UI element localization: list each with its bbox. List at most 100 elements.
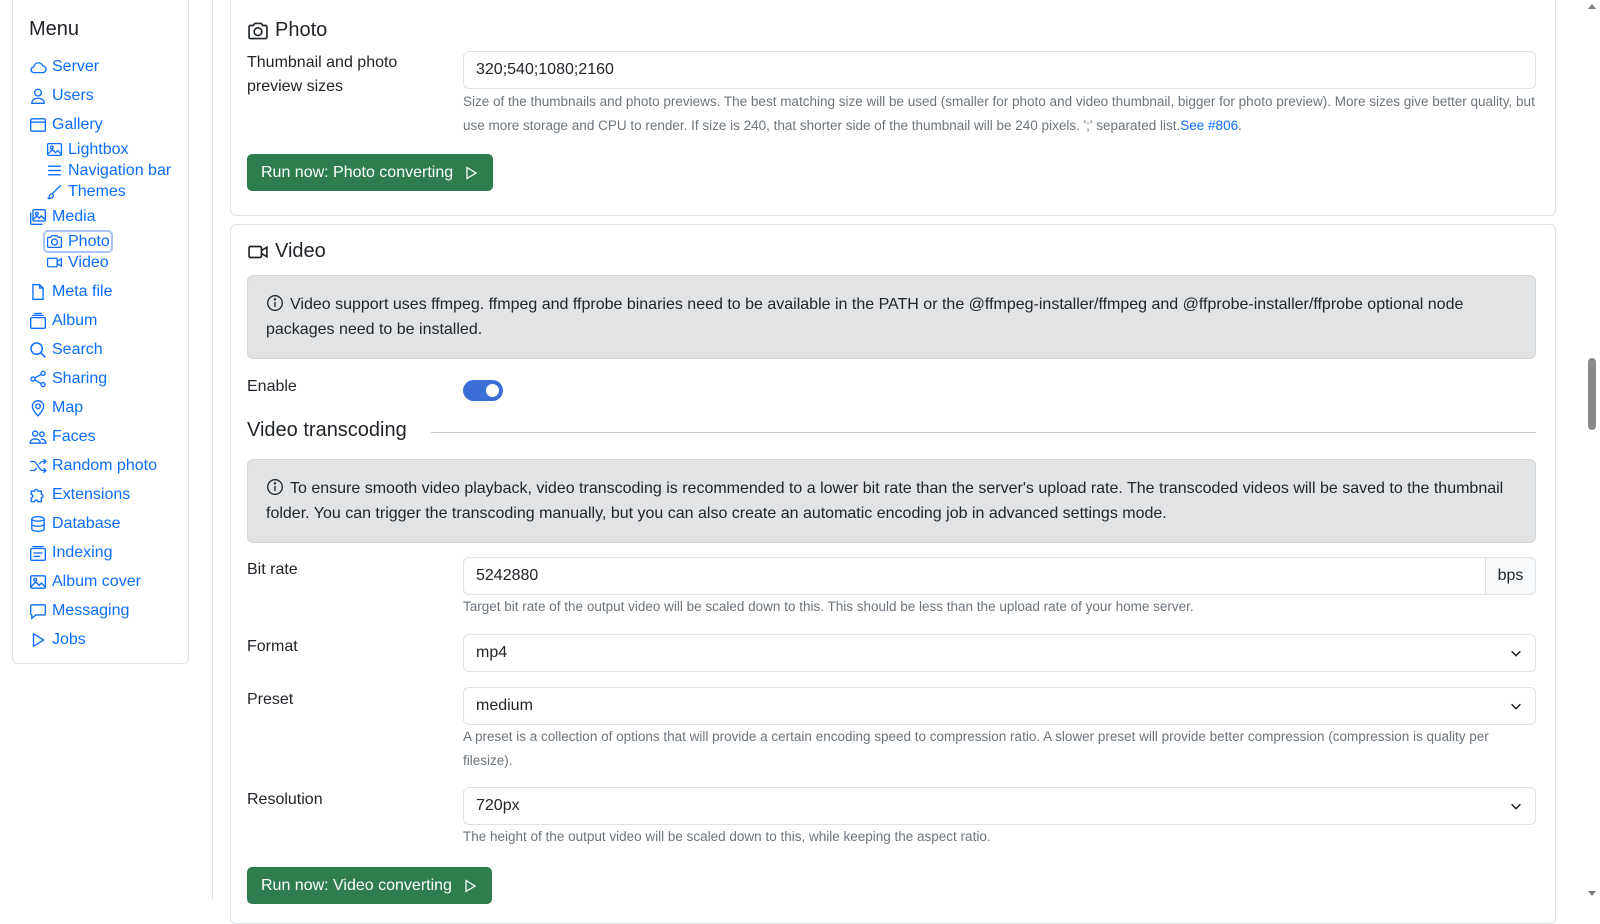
thumbnail-help-end: . <box>1238 118 1242 133</box>
preset-select[interactable]: medium <box>463 687 1536 725</box>
sidebar-item-label: Indexing <box>52 543 113 561</box>
transcoding-info-alert: To ensure smooth video playback, video t… <box>247 459 1536 543</box>
format-label: Format <box>247 638 298 655</box>
thumbnail-sizes-label: Thumbnail and photo preview sizes <box>247 54 398 95</box>
sidebar-item-search[interactable]: Search <box>29 335 188 364</box>
video-settings-card: Video Video support uses ffmpeg. ffmpeg … <box>230 224 1556 924</box>
heading-divider <box>430 432 1536 433</box>
video-transcoding-heading: Video transcoding <box>247 419 1536 442</box>
bitrate-unit: bps <box>1486 557 1536 595</box>
play-icon <box>462 878 478 894</box>
sidebar-item-label: Users <box>52 86 94 104</box>
sidebar-item-label: Map <box>52 398 84 416</box>
sidebar-item-users[interactable]: Users <box>29 81 188 110</box>
file-icon <box>29 283 47 301</box>
sidebar-item-label: Photo <box>68 232 110 250</box>
sidebar-item-label: Themes <box>68 182 126 200</box>
photo-title-text: Photo <box>275 19 328 41</box>
sidebar-item-label: Extensions <box>52 485 131 503</box>
map-pin-icon <box>29 399 47 417</box>
preset-label: Preset <box>247 691 294 708</box>
sidebar-item-media[interactable]: Media <box>29 202 188 231</box>
preset-help: A preset is a collection of options that… <box>463 729 1489 768</box>
run-video-label: Run now: Video converting <box>261 876 452 894</box>
chevron-down-icon <box>1509 699 1523 713</box>
format-select[interactable]: mp4 <box>463 634 1536 672</box>
window-icon <box>29 116 47 134</box>
run-photo-converting-button[interactable]: Run now: Photo converting <box>247 154 494 191</box>
sidebar-item-album[interactable]: Album <box>29 306 188 335</box>
play-icon <box>29 631 47 649</box>
sidebar-item-video[interactable]: Video <box>46 252 188 273</box>
sidebar-region: Menu Server Users Gallery Lightbox Navig… <box>0 0 213 900</box>
sidebar-item-messaging[interactable]: Messaging <box>29 596 188 625</box>
image-icon <box>46 141 63 158</box>
sidebar-menu: Menu Server Users Gallery Lightbox Navig… <box>12 0 189 664</box>
video-title-text: Video <box>275 240 326 262</box>
brush-icon <box>46 183 63 200</box>
sidebar-item-database[interactable]: Database <box>29 509 188 538</box>
bitrate-input[interactable]: 5242880 <box>463 557 1486 595</box>
sidebar-item-label: Jobs <box>52 630 86 648</box>
format-value: mp4 <box>476 644 508 661</box>
video-transcoding-title: Video transcoding <box>247 419 407 441</box>
search-icon <box>29 341 47 359</box>
bitrate-input-group: 5242880 bps <box>463 557 1536 595</box>
sidebar-item-server[interactable]: Server <box>29 52 188 81</box>
thumbnail-sizes-input[interactable]: 320;540;1080;2160 <box>463 51 1536 89</box>
sidebar-item-label: Video <box>68 253 109 271</box>
resolution-value: 720px <box>476 797 520 814</box>
sidebar-item-photo[interactable]: Photo <box>43 230 188 253</box>
scroll-down-arrow-icon[interactable] <box>1588 891 1596 896</box>
sidebar-item-indexing[interactable]: Indexing <box>29 538 188 567</box>
sidebar-item-lightbox[interactable]: Lightbox <box>46 139 188 160</box>
sidebar-item-themes[interactable]: Themes <box>46 181 188 202</box>
sidebar-item-label: Lightbox <box>68 140 129 158</box>
page-scrollbar[interactable] <box>1584 0 1600 900</box>
sidebar-item-faces[interactable]: Faces <box>29 422 188 451</box>
run-video-converting-button[interactable]: Run now: Video converting <box>247 867 492 904</box>
sidebar-item-jobs[interactable]: Jobs <box>29 625 188 654</box>
image-icon <box>29 573 47 591</box>
chevron-down-icon <box>1509 646 1523 660</box>
enable-label: Enable <box>247 378 297 395</box>
database-icon <box>29 515 47 533</box>
sidebar-item-label: Database <box>52 514 121 532</box>
list-icon <box>46 162 63 179</box>
sidebar-item-map[interactable]: Map <box>29 393 188 422</box>
see-806-link[interactable]: See #806 <box>1180 118 1238 133</box>
scrollbar-thumb[interactable] <box>1588 358 1596 430</box>
thumbnail-sizes-value: 320;540;1080;2160 <box>476 61 614 78</box>
resolution-select[interactable]: 720px <box>463 787 1536 825</box>
sidebar-item-gallery[interactable]: Gallery <box>29 110 188 139</box>
camera-icon <box>46 233 63 250</box>
sidebar-item-sharing[interactable]: Sharing <box>29 364 188 393</box>
share-icon <box>29 370 47 388</box>
resolution-help: The height of the output video will be s… <box>463 829 991 844</box>
active-focus-ring: Photo <box>43 230 113 253</box>
sidebar-item-album-cover[interactable]: Album cover <box>29 567 188 596</box>
menu-title: Menu <box>29 18 80 40</box>
sidebar-item-label: Navigation bar <box>68 161 172 179</box>
sidebar-item-random-photo[interactable]: Random photo <box>29 451 188 480</box>
thumbnail-help-text: Size of the thumbnails and photo preview… <box>463 94 1535 133</box>
shuffle-icon <box>29 457 47 475</box>
images-icon <box>29 208 47 226</box>
people-icon <box>29 428 47 446</box>
preset-value: medium <box>476 697 533 714</box>
sidebar-item-extensions[interactable]: Extensions <box>29 480 188 509</box>
scroll-up-arrow-icon[interactable] <box>1588 4 1596 9</box>
sidebar-item-meta-file[interactable]: Meta file <box>29 277 188 306</box>
bitrate-value: 5242880 <box>476 567 539 584</box>
puzzle-icon <box>29 486 47 504</box>
sidebar-item-navigation-bar[interactable]: Navigation bar <box>46 160 188 181</box>
info-icon <box>266 478 284 496</box>
video-icon <box>247 241 269 263</box>
run-photo-label: Run now: Photo converting <box>261 163 454 181</box>
sidebar-item-label: Media <box>52 207 96 225</box>
bitrate-help: Target bit rate of the output video will… <box>463 599 1194 614</box>
photo-settings-card: Photo Thumbnail and photo preview sizes … <box>230 0 1556 216</box>
transcoding-alert-text: To ensure smooth video playback, video t… <box>266 480 1504 522</box>
video-enable-toggle[interactable] <box>463 380 503 401</box>
sidebar-item-label: Faces <box>52 427 96 445</box>
